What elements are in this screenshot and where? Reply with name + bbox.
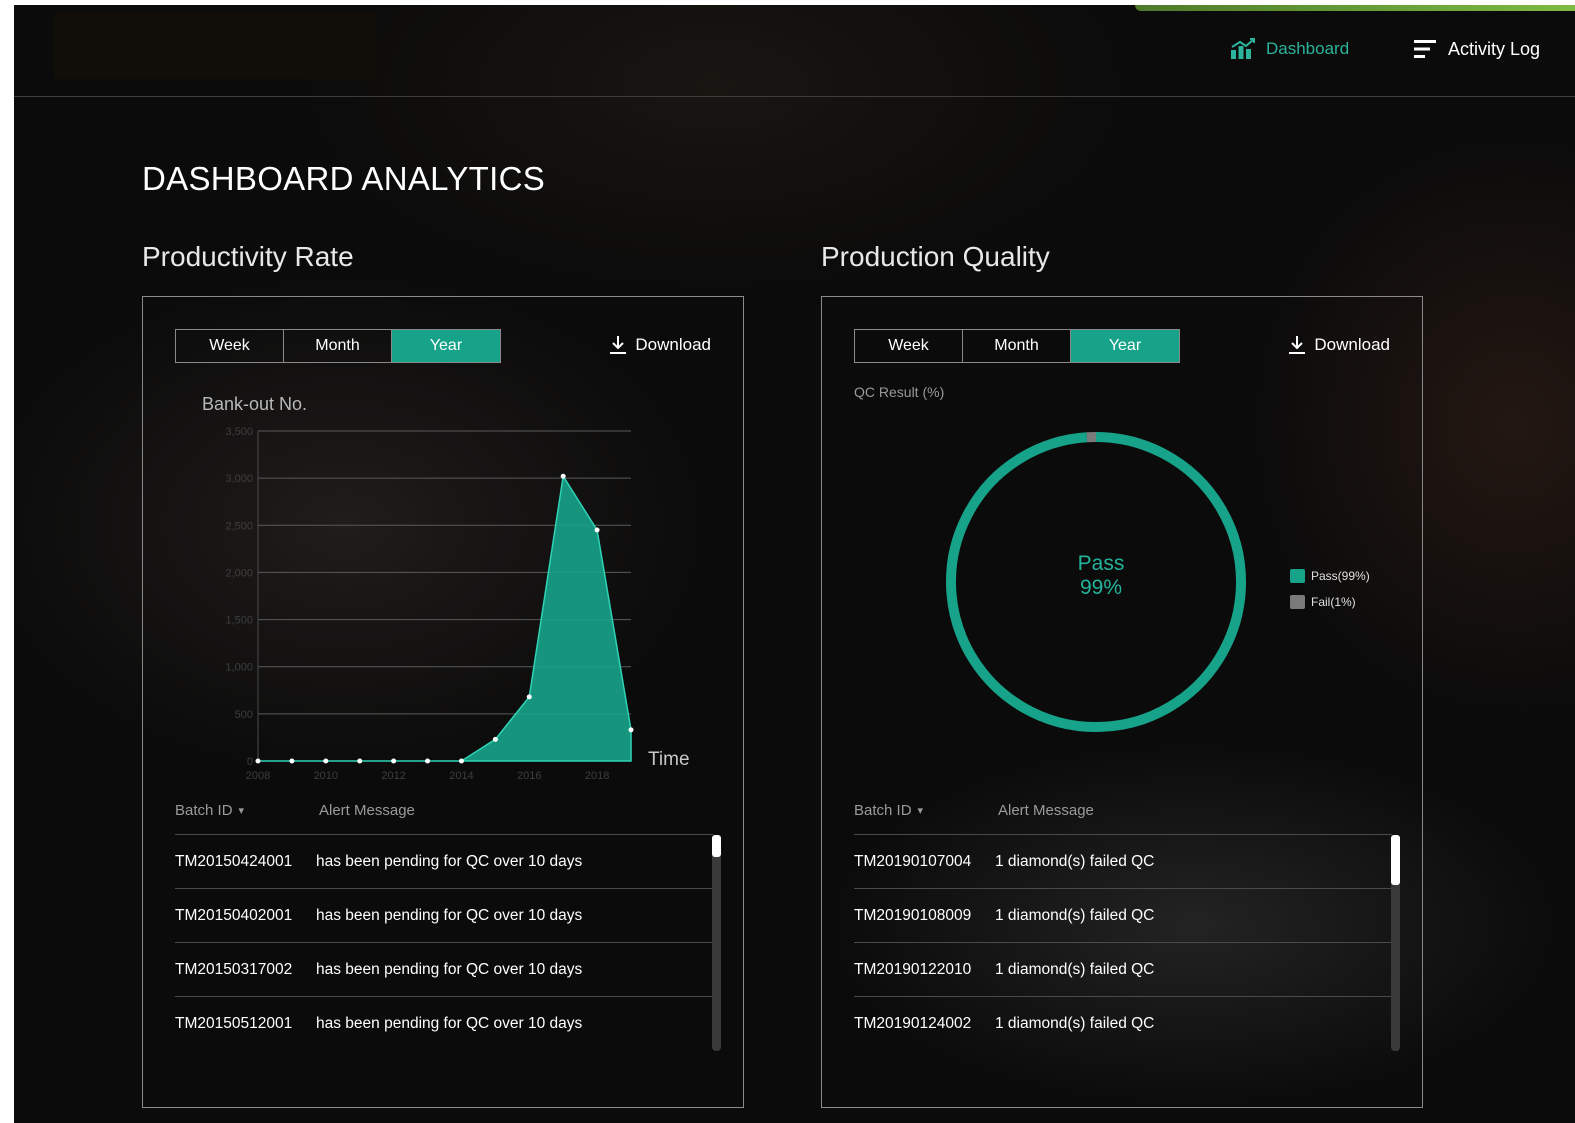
alert-message-header: Alert Message xyxy=(998,802,1094,819)
batch-id-header-label: Batch ID xyxy=(854,802,912,819)
x-tick-label: 2016 xyxy=(517,770,541,782)
menu-lines-icon xyxy=(1414,40,1436,58)
x-tick-label: 2010 xyxy=(314,770,338,782)
table-row[interactable]: TM20150512001 has been pending for QC ov… xyxy=(175,996,713,1050)
x-tick-label: 2012 xyxy=(381,770,405,782)
productivity-card: Week Month Year Download Bank-out No. 05… xyxy=(142,296,744,1108)
sort-caret-icon: ▾ xyxy=(238,805,245,817)
legend-swatch-fail xyxy=(1290,595,1305,609)
data-point xyxy=(458,758,464,764)
batch-id-cell: TM20150512001 xyxy=(175,1014,293,1032)
alert-message-cell: has been pending for QC over 10 days xyxy=(316,852,583,870)
page-title: DASHBOARD ANALYTICS xyxy=(142,160,546,197)
data-point xyxy=(391,758,397,764)
table-row[interactable]: TM20190124002 1 diamond(s) failed QC xyxy=(854,996,1392,1050)
alert-message-cell: 1 diamond(s) failed QC xyxy=(995,852,1155,870)
donut-center-value: 99% xyxy=(1079,576,1123,599)
data-point xyxy=(594,527,600,533)
x-tick-label: 2018 xyxy=(585,770,609,782)
batch-id-cell: TM20190122010 xyxy=(854,960,972,978)
data-point xyxy=(492,736,498,742)
chart-x-label: Time xyxy=(648,749,690,770)
donut-center-title: Pass xyxy=(1077,552,1125,575)
quality-table-header: Batch ID ▾ Alert Message xyxy=(854,802,1094,819)
donut-center-label: Pass 99% xyxy=(1001,552,1201,600)
data-point xyxy=(560,473,566,479)
data-point xyxy=(357,758,363,764)
table-row[interactable]: TM20150424001 has been pending for QC ov… xyxy=(175,834,713,888)
nav-dashboard-label: Dashboard xyxy=(1266,39,1350,58)
legend-label-fail: Fail(1%) xyxy=(1311,595,1356,609)
bar-chart-icon xyxy=(1231,38,1255,59)
batch-id-cell: TM20190108009 xyxy=(854,906,972,924)
alert-message-cell: 1 diamond(s) failed QC xyxy=(995,1014,1155,1032)
quality-card: Week Month Year Download QC Result (%) P… xyxy=(821,296,1423,1108)
app-window: Dashboard Activity Log DASHBOARD ANALYTI… xyxy=(14,5,1575,1123)
quality-alert-list[interactable]: TM20190107004 1 diamond(s) failed QC TM2… xyxy=(854,834,1392,1050)
area-series-fill xyxy=(258,474,632,762)
table-row[interactable]: TM20190122010 1 diamond(s) failed QC xyxy=(854,942,1392,996)
y-tick-label: 3,500 xyxy=(225,426,253,438)
y-tick-label: 2,000 xyxy=(225,567,253,579)
x-tick-label: 2008 xyxy=(246,770,270,782)
data-point xyxy=(255,758,261,764)
qc-legend: Pass(99%) Fail(1%) xyxy=(1290,563,1370,615)
batch-id-cell: TM20190124002 xyxy=(854,1014,972,1032)
batch-id-cell: TM20150317002 xyxy=(175,960,293,978)
table-row[interactable]: TM20190108009 1 diamond(s) failed QC xyxy=(854,888,1392,942)
nav-activity-label: Activity Log xyxy=(1448,38,1541,59)
batch-id-sort-header[interactable]: Batch ID ▾ xyxy=(175,802,319,819)
nav-dashboard[interactable]: Dashboard xyxy=(1230,35,1349,63)
legend-swatch-pass xyxy=(1290,569,1305,583)
nav-activity-log[interactable]: Activity Log xyxy=(1414,35,1540,63)
alert-message-cell: has been pending for QC over 10 days xyxy=(316,960,583,978)
alert-message-cell: 1 diamond(s) failed QC xyxy=(995,960,1155,978)
legend-label-pass: Pass(99%) xyxy=(1311,569,1370,583)
y-tick-label: 3,000 xyxy=(225,473,253,485)
batch-id-cell: TM20150424001 xyxy=(175,852,293,870)
quality-scrollbar[interactable] xyxy=(1391,835,1400,1051)
y-tick-label: 0 xyxy=(247,756,253,768)
legend-item-pass[interactable]: Pass(99%) xyxy=(1290,563,1370,589)
table-row[interactable]: TM20150317002 has been pending for QC ov… xyxy=(175,942,713,996)
y-tick-label: 1,000 xyxy=(225,662,253,674)
batch-id-cell: TM20150402001 xyxy=(175,906,293,924)
productivity-area-chart: 0 500 1,000 1,500 2,000 2,500 3,000 3,500 2008 20… xyxy=(225,426,634,782)
table-row[interactable]: TM20150402001 has been pending for QC ov… xyxy=(175,888,713,942)
batch-id-cell: TM20190107004 xyxy=(854,852,972,870)
x-tick-label: 2014 xyxy=(449,770,473,782)
y-tick-label: 500 xyxy=(235,709,253,721)
legend-item-fail[interactable]: Fail(1%) xyxy=(1290,589,1370,615)
table-row[interactable]: TM20190107004 1 diamond(s) failed QC xyxy=(854,834,1392,888)
scrollbar-thumb[interactable] xyxy=(1391,835,1400,885)
data-point xyxy=(289,758,295,764)
productivity-scrollbar[interactable] xyxy=(712,835,721,1051)
alert-message-cell: has been pending for QC over 10 days xyxy=(316,906,583,924)
alert-message-cell: has been pending for QC over 10 days xyxy=(316,1014,583,1032)
data-point xyxy=(425,758,431,764)
productivity-alert-list[interactable]: TM20150424001 has been pending for QC ov… xyxy=(175,834,713,1050)
batch-id-header-label: Batch ID xyxy=(175,802,233,819)
productivity-table-header: Batch ID ▾ Alert Message xyxy=(175,802,415,819)
alert-message-header: Alert Message xyxy=(319,802,415,819)
qc-donut-chart xyxy=(946,432,1246,732)
y-tick-label: 1,500 xyxy=(225,615,253,627)
data-point xyxy=(628,727,634,733)
batch-id-sort-header[interactable]: Batch ID ▾ xyxy=(854,802,998,819)
sort-caret-icon: ▾ xyxy=(917,805,924,817)
top-nav-bar: Dashboard Activity Log xyxy=(14,5,1575,97)
logo[interactable] xyxy=(54,13,376,79)
quality-title: Production Quality xyxy=(821,241,1050,272)
productivity-title: Productivity Rate xyxy=(142,241,354,272)
y-tick-label: 2,500 xyxy=(225,520,253,532)
alert-message-cell: 1 diamond(s) failed QC xyxy=(995,906,1155,924)
data-point xyxy=(526,694,532,700)
data-point xyxy=(323,758,329,764)
scrollbar-thumb[interactable] xyxy=(712,835,721,857)
